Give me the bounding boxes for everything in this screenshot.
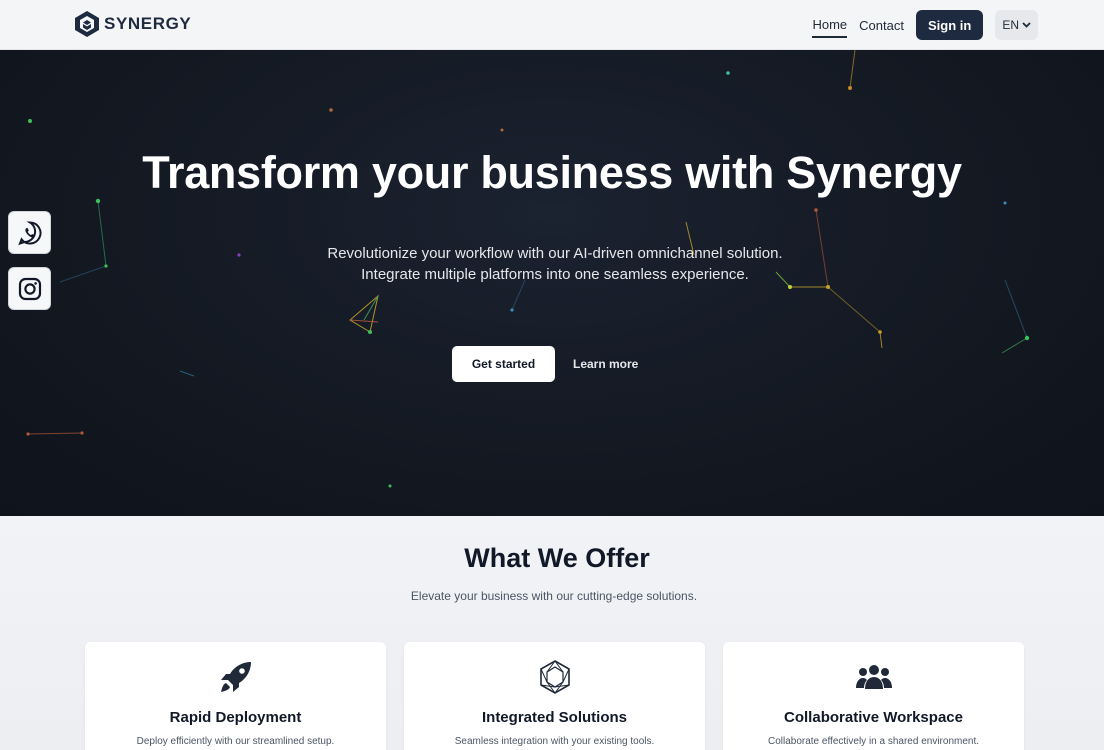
sign-in-button[interactable]: Sign in	[915, 10, 984, 40]
language-label: EN	[1002, 18, 1019, 32]
hero-title: Transform your business with Synergy	[142, 147, 962, 198]
learn-more-link[interactable]: Learn more	[573, 357, 638, 371]
site-header: SYNERGY Home Contact Sign in EN	[0, 0, 1104, 50]
rocket-icon	[220, 662, 251, 692]
hero-subtitle-line-2: Integrate multiple platforms into one se…	[361, 266, 749, 283]
card-title: Integrated Solutions	[481, 709, 627, 726]
hero-section: Transform your business with Synergy Rev…	[0, 50, 1104, 516]
offer-card-rapid-deployment: Rapid Deployment Deploy efficiently with…	[85, 642, 386, 750]
card-description: Deploy efficiently with our streamlined …	[136, 736, 335, 747]
offer-card-collaborative-workspace: Collaborative Workspace Collaborate effe…	[723, 642, 1024, 750]
hero-actions: Get started Learn more	[452, 346, 638, 382]
language-selector[interactable]: EN	[995, 10, 1038, 40]
whatsapp-icon	[17, 220, 41, 245]
chevron-down-icon	[1022, 22, 1031, 28]
get-started-button[interactable]: Get started	[452, 346, 555, 382]
brand-name: SYNERGY	[104, 14, 192, 33]
brand-logo[interactable]: SYNERGY	[74, 10, 191, 38]
nav-home-link[interactable]: Home	[812, 13, 848, 38]
offer-title: What We Offer	[464, 543, 650, 573]
offer-subtitle: Elevate your business with our cutting-e…	[410, 589, 698, 603]
instagram-icon	[18, 277, 41, 300]
main-nav: Home Contact Sign in EN	[812, 10, 1038, 40]
whatsapp-button[interactable]	[8, 211, 51, 254]
offer-card-integrated-solutions: Integrated Solutions Seamless integratio…	[404, 642, 705, 750]
hero-subtitle-line-1: Revolutionize your workflow with our AI-…	[327, 245, 783, 262]
hero-subtitle: Revolutionize your workflow with our AI-…	[0, 243, 1104, 285]
card-description: Seamless integration with your existing …	[454, 736, 655, 747]
hexagon-network-icon	[539, 660, 570, 694]
team-icon	[855, 665, 892, 689]
offer-section: What We Offer Elevate your business with…	[0, 516, 1104, 750]
card-description: Collaborate effectively in a shared envi…	[767, 736, 980, 747]
card-title: Collaborative Workspace	[784, 709, 963, 726]
instagram-button[interactable]	[8, 267, 51, 310]
nav-contact-link[interactable]: Contact	[859, 14, 904, 37]
synergy-logo-icon	[75, 11, 99, 37]
card-title: Rapid Deployment	[169, 709, 302, 726]
